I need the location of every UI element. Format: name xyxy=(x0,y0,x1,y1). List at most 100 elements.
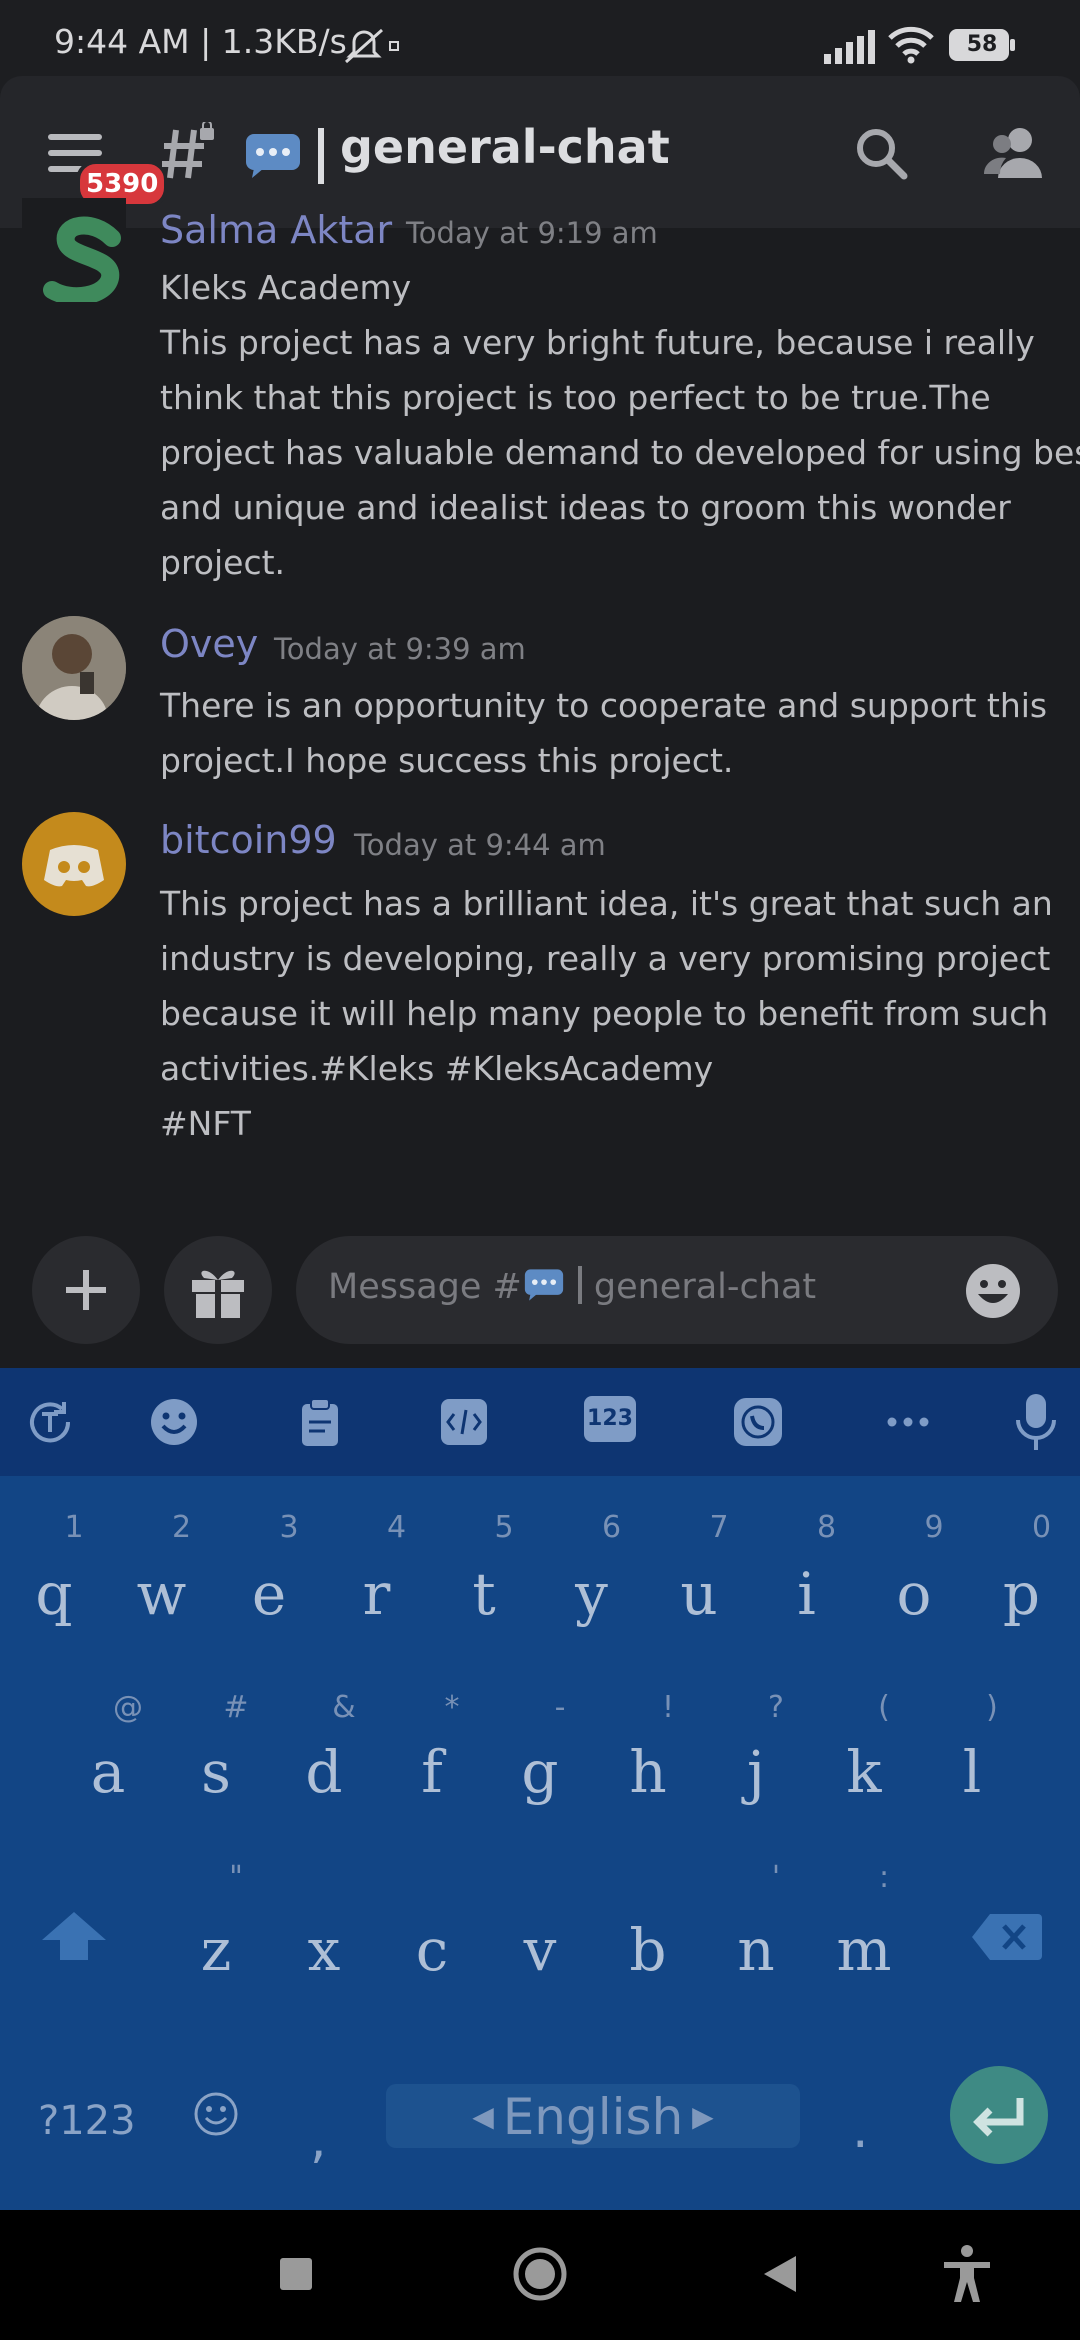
message-text-line: activities.#Kleks #KleksAcademy xyxy=(160,1049,714,1088)
key-l[interactable]: l xyxy=(932,1738,1012,1806)
message-placeholder: Message # general-chat xyxy=(328,1266,816,1307)
key-v[interactable]: v xyxy=(500,1916,580,1984)
keyboard-language: English xyxy=(502,2088,684,2146)
clipboard-icon[interactable] xyxy=(294,1396,346,1448)
avatar-ovey[interactable] xyxy=(22,616,126,720)
key-hint: # xyxy=(223,1690,249,1725)
emoji-key-icon[interactable] xyxy=(192,2090,240,2138)
key-k[interactable]: k xyxy=(824,1738,904,1806)
key-u[interactable]: u xyxy=(659,1560,739,1628)
key-g[interactable]: g xyxy=(500,1738,580,1806)
key-x[interactable]: x xyxy=(284,1916,364,1984)
key-w[interactable]: w xyxy=(122,1560,202,1628)
key-h[interactable]: h xyxy=(608,1738,688,1806)
text-editing-icon[interactable] xyxy=(438,1396,490,1448)
gift-button[interactable] xyxy=(164,1236,272,1344)
key-b[interactable]: b xyxy=(608,1916,688,1984)
key-r[interactable]: r xyxy=(337,1560,417,1628)
key-hint: ? xyxy=(768,1690,784,1725)
placeholder-channel: general-chat xyxy=(593,1267,817,1307)
key-o[interactable]: o xyxy=(874,1560,954,1628)
key-i[interactable]: i xyxy=(767,1560,847,1628)
message-text-line: There is an opportunity to cooperate and… xyxy=(160,686,1048,725)
key-s[interactable]: s xyxy=(176,1738,256,1806)
key-hint: 7 xyxy=(709,1510,729,1545)
key-hint: - xyxy=(554,1690,566,1725)
key-hint: 1 xyxy=(64,1510,84,1545)
speech-bubble-icon xyxy=(524,1269,563,1301)
key-q[interactable]: q xyxy=(14,1560,94,1628)
mute-icon xyxy=(345,28,399,64)
key-hint: 3 xyxy=(279,1510,299,1545)
message-text-line: think that this project is too perfect t… xyxy=(160,378,991,417)
accessibility-icon[interactable] xyxy=(942,2244,992,2304)
key-hint: ) xyxy=(986,1690,998,1725)
key-z[interactable]: z xyxy=(176,1916,256,1984)
avatar-salma[interactable] xyxy=(22,198,126,302)
key-hint: 0 xyxy=(1031,1510,1052,1545)
key-e[interactable]: e xyxy=(229,1560,309,1628)
key-f[interactable]: f xyxy=(392,1738,472,1806)
plus-icon xyxy=(66,1270,106,1310)
channel-name: general-chat xyxy=(340,120,670,174)
wifi-icon xyxy=(888,26,934,64)
message-text-line: project. xyxy=(160,543,286,582)
key-d[interactable]: d xyxy=(284,1738,364,1806)
key-hint: @ xyxy=(113,1690,143,1725)
message-author[interactable]: Salma Aktar xyxy=(160,208,392,252)
key-m[interactable]: m xyxy=(824,1916,904,1984)
members-icon[interactable] xyxy=(982,124,1044,180)
back-button-icon[interactable] xyxy=(762,2254,798,2294)
spacebar[interactable]: ◀ English ▶ xyxy=(386,2084,800,2148)
enter-key[interactable] xyxy=(950,2066,1048,2164)
shift-icon[interactable] xyxy=(40,1910,108,1962)
key-hint: 4 xyxy=(386,1510,407,1545)
comma-key[interactable]: , xyxy=(310,2110,327,2170)
key-hint: 2 xyxy=(171,1510,192,1545)
symbols-key[interactable]: ?123 xyxy=(38,2098,136,2144)
emoji-icon[interactable] xyxy=(964,1262,1022,1320)
key-c[interactable]: c xyxy=(392,1916,472,1984)
message-text-line: project has valuable demand to developed… xyxy=(160,433,1080,472)
key-a[interactable]: a xyxy=(68,1738,148,1806)
attach-button[interactable] xyxy=(32,1236,140,1344)
message-author[interactable]: Ovey xyxy=(160,622,258,666)
separator-bar xyxy=(318,128,324,184)
key-t[interactable]: t xyxy=(444,1560,524,1628)
enter-icon xyxy=(973,2098,1024,2137)
key-y[interactable]: y xyxy=(552,1560,632,1628)
message-text-line: and unique and idealist ideas to groom t… xyxy=(160,488,1011,527)
key-hint: ! xyxy=(661,1690,675,1725)
message-text-line: #NFT xyxy=(160,1104,251,1143)
battery-icon: 58 xyxy=(948,28,1016,62)
key-hint: 8 xyxy=(816,1510,837,1545)
number-pad-button[interactable]: 123 xyxy=(584,1396,636,1442)
period-key[interactable]: . xyxy=(852,2100,869,2160)
key-j[interactable]: j xyxy=(716,1738,796,1806)
key-hint: ( xyxy=(878,1690,890,1725)
backspace-icon[interactable] xyxy=(970,1912,1042,1962)
key-hint: 9 xyxy=(924,1510,944,1545)
more-icon[interactable] xyxy=(882,1396,934,1448)
whatsapp-icon[interactable] xyxy=(732,1396,784,1448)
avatar-bitcoin99[interactable] xyxy=(22,812,126,916)
microphone-icon[interactable] xyxy=(1010,1392,1062,1452)
message-text-line: because it will help many people to bene… xyxy=(160,994,1049,1033)
search-icon[interactable] xyxy=(854,126,908,180)
translate-icon[interactable] xyxy=(24,1396,76,1448)
key-hint: * xyxy=(444,1690,460,1725)
emoji-icon[interactable] xyxy=(148,1396,200,1448)
key-hint: " xyxy=(229,1860,243,1895)
channel-hash-icon xyxy=(162,122,214,179)
speech-bubble-icon xyxy=(246,134,300,178)
recents-button-icon[interactable] xyxy=(280,2258,312,2290)
key-p[interactable]: p xyxy=(982,1560,1062,1628)
message-text-line: industry is developing, really a very pr… xyxy=(160,939,1051,978)
gift-icon xyxy=(192,1270,244,1318)
message-input[interactable]: Message # general-chat xyxy=(296,1236,1058,1344)
key-n[interactable]: n xyxy=(716,1916,796,1984)
home-button-icon[interactable] xyxy=(512,2246,568,2302)
status-time: 9:44 AM | 1.3KB/s xyxy=(54,22,347,61)
message-author[interactable]: bitcoin99 xyxy=(160,818,337,862)
key-hint: : xyxy=(878,1860,890,1895)
